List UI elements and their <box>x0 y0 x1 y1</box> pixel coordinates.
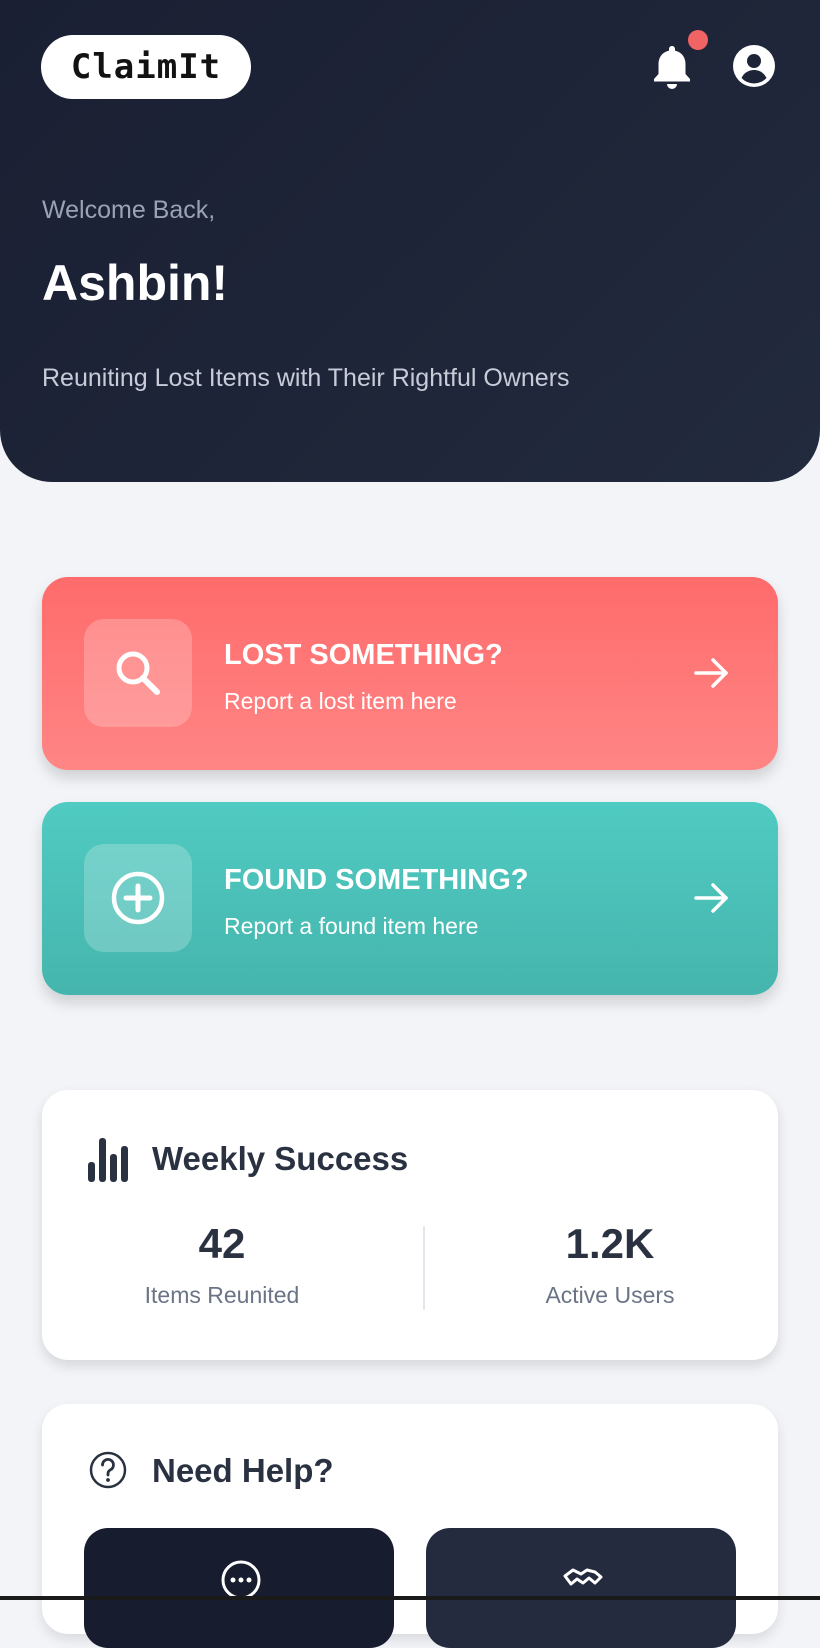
welcome-text: Welcome Back, <box>42 196 216 224</box>
notification-dot <box>688 30 708 50</box>
plus-circle-icon <box>111 871 165 925</box>
stat-label: Active Users <box>545 1282 675 1308</box>
lost-card-subtitle: Report a lost item here <box>224 688 457 714</box>
question-circle-icon <box>89 1451 127 1489</box>
stats-title: Weekly Success <box>152 1140 409 1177</box>
tagline: Reuniting Lost Items with Their Rightful… <box>42 364 570 392</box>
system-nav-bar <box>0 1596 820 1600</box>
chat-support-button[interactable] <box>84 1528 394 1648</box>
stat-value: 1.2K <box>565 1220 655 1267</box>
weekly-success-card: Weekly Success 42 Items Reunited 1.2K Ac… <box>42 1090 778 1360</box>
user-circle-icon[interactable] <box>732 44 776 88</box>
arrow-right-icon <box>694 658 728 688</box>
found-something-card[interactable]: FOUND SOMETHING? Report a found item her… <box>42 802 778 995</box>
bar-chart-icon <box>88 1138 128 1182</box>
arrow-right-icon <box>694 883 728 913</box>
user-name: Ashbin! <box>42 255 229 311</box>
lost-something-card[interactable]: LOST SOMETHING? Report a lost item here <box>42 577 778 770</box>
found-icon-box <box>84 844 192 952</box>
stat-active-users: 1.2K Active Users <box>460 1220 760 1309</box>
found-card-title: FOUND SOMETHING? <box>224 864 529 896</box>
search-icon <box>116 651 160 695</box>
stat-value: 42 <box>198 1220 246 1267</box>
community-help-button[interactable] <box>426 1528 736 1648</box>
stat-label: Items Reunited <box>144 1282 300 1308</box>
header-banner: ClaimIt Welcome Back, Ashbin! Reuniting … <box>0 0 820 482</box>
lost-icon-box <box>84 619 192 727</box>
stats-divider <box>423 1226 425 1310</box>
app-logo[interactable]: ClaimIt <box>41 35 251 99</box>
found-card-subtitle: Report a found item here <box>224 913 479 939</box>
help-title: Need Help? <box>152 1452 334 1489</box>
lost-card-title: LOST SOMETHING? <box>224 639 503 671</box>
bell-icon[interactable] <box>650 42 694 92</box>
app-logo-text: ClaimIt <box>70 47 222 87</box>
stat-items-reunited: 42 Items Reunited <box>72 1220 372 1309</box>
